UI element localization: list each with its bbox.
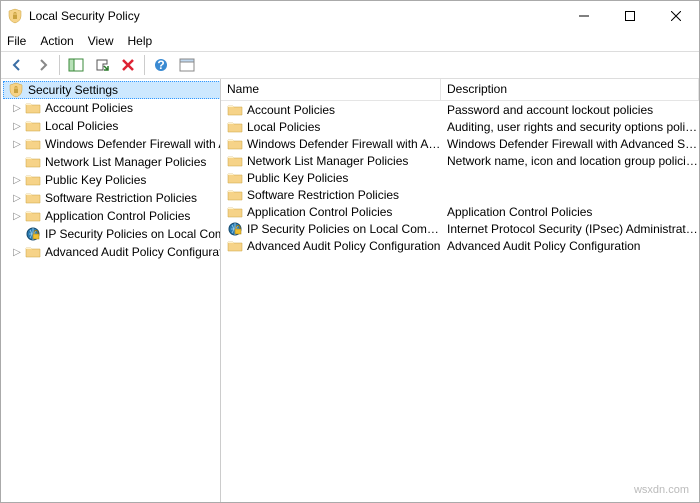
list-cell-description: Network name, icon and location group po… [441, 154, 699, 168]
list-cell-name: Windows Defender Firewall with Advanc... [247, 137, 441, 151]
folder-icon [227, 238, 243, 254]
svg-text:?: ? [157, 58, 164, 72]
list-cell-name: Advanced Audit Policy Configuration [247, 239, 441, 253]
folder-icon [25, 100, 41, 116]
show-hide-tree-button[interactable] [64, 53, 88, 77]
tree-item-label: Advanced Audit Policy Configuration [45, 245, 221, 259]
tree-item-label: Application Control Policies [45, 209, 190, 223]
expand-icon[interactable]: ▷ [11, 175, 23, 186]
expand-icon[interactable]: ▷ [11, 193, 23, 204]
folder-icon [227, 136, 243, 152]
delete-button[interactable] [116, 53, 140, 77]
forward-button[interactable] [31, 53, 55, 77]
list-row[interactable]: Account PoliciesPassword and account loc… [221, 101, 699, 118]
list-row[interactable]: Software Restriction Policies [221, 186, 699, 203]
menu-action[interactable]: Action [40, 34, 73, 48]
ipsec-icon [25, 226, 41, 242]
list-row[interactable]: IP Security Policies on Local ComputerIn… [221, 220, 699, 237]
tree-item[interactable]: Network List Manager Policies [1, 153, 221, 171]
ipsec-icon [227, 221, 243, 237]
menu-file[interactable]: File [7, 34, 26, 48]
menu-help[interactable]: Help [128, 34, 153, 48]
minimize-button[interactable] [561, 1, 607, 31]
list-header: Name Description [221, 79, 699, 101]
window-title: Local Security Policy [29, 9, 561, 23]
toolbar: ? [1, 51, 699, 79]
expand-icon[interactable]: ▷ [11, 121, 23, 132]
folder-icon [25, 190, 41, 206]
folder-icon [227, 170, 243, 186]
tree-item-label: IP Security Policies on Local Compute [45, 227, 221, 241]
folder-icon [227, 204, 243, 220]
list-row[interactable]: Application Control PoliciesApplication … [221, 203, 699, 220]
tree-item[interactable]: ▷ Public Key Policies [1, 171, 221, 189]
list-cell-name: Account Policies [247, 103, 441, 117]
tree-item-label: Network List Manager Policies [45, 155, 206, 169]
list-cell-description: Password and account lockout policies [441, 103, 699, 117]
folder-icon [227, 187, 243, 203]
tree-item-label: Windows Defender Firewall with Adva [45, 137, 221, 151]
folder-icon [227, 153, 243, 169]
tree-item[interactable]: ▷ Windows Defender Firewall with Adva [1, 135, 221, 153]
list-row[interactable]: Network List Manager PoliciesNetwork nam… [221, 152, 699, 169]
folder-icon [227, 119, 243, 135]
expand-icon[interactable]: ▷ [11, 211, 23, 222]
column-header-description[interactable]: Description [441, 79, 699, 100]
list-cell-description: Internet Protocol Security (IPsec) Admin… [441, 222, 699, 236]
separator [144, 55, 145, 75]
menu-view[interactable]: View [88, 34, 114, 48]
list-cell-name: Application Control Policies [247, 205, 441, 219]
help-button[interactable]: ? [149, 53, 173, 77]
folder-icon [25, 154, 41, 170]
separator [59, 55, 60, 75]
list-cell-name: Public Key Policies [247, 171, 441, 185]
tree-item[interactable]: ▷ Account Policies [1, 99, 221, 117]
properties-button[interactable] [175, 53, 199, 77]
back-button[interactable] [5, 53, 29, 77]
folder-icon [25, 118, 41, 134]
list-cell-description: Advanced Audit Policy Configuration [441, 239, 699, 253]
tree-root[interactable]: Security Settings [3, 81, 221, 99]
list-cell-name: Local Policies [247, 120, 441, 134]
list-cell-description: Auditing, user rights and security optio… [441, 120, 699, 134]
folder-icon [25, 244, 41, 260]
title-bar: Local Security Policy [1, 1, 699, 31]
tree-item[interactable]: ▷ Advanced Audit Policy Configuration [1, 243, 221, 261]
column-header-name[interactable]: Name [221, 79, 441, 100]
tree-item[interactable]: ▷ Software Restriction Policies [1, 189, 221, 207]
tree-item[interactable]: IP Security Policies on Local Compute [1, 225, 221, 243]
list-pane[interactable]: Name Description Account PoliciesPasswor… [221, 79, 699, 502]
list-cell-name: IP Security Policies on Local Computer [247, 222, 441, 236]
list-cell-description: Windows Defender Firewall with Advanced … [441, 137, 699, 151]
maximize-button[interactable] [607, 1, 653, 31]
folder-icon [25, 208, 41, 224]
list-cell-name: Software Restriction Policies [247, 188, 441, 202]
folder-icon [25, 136, 41, 152]
tree-pane[interactable]: Security Settings ▷ Account Policies ▷ Loca… [1, 79, 221, 502]
list-row[interactable]: Windows Defender Firewall with Advanc...… [221, 135, 699, 152]
list-cell-name: Network List Manager Policies [247, 154, 441, 168]
expand-icon[interactable]: ▷ [11, 247, 23, 258]
list-row[interactable]: Advanced Audit Policy ConfigurationAdvan… [221, 237, 699, 254]
tree-root-label: Security Settings [28, 83, 118, 97]
watermark: wsxdn.com [634, 484, 689, 496]
tree-item[interactable]: ▷ Application Control Policies [1, 207, 221, 225]
tree-item-label: Software Restriction Policies [45, 191, 197, 205]
list-row[interactable]: Local PoliciesAuditing, user rights and … [221, 118, 699, 135]
export-button[interactable] [90, 53, 114, 77]
menu-bar: File Action View Help [1, 31, 699, 51]
list-row[interactable]: Public Key Policies [221, 169, 699, 186]
app-icon [7, 8, 23, 24]
shield-icon [8, 82, 24, 98]
expand-icon[interactable]: ▷ [11, 103, 23, 114]
tree-item-label: Public Key Policies [45, 173, 146, 187]
expand-icon[interactable]: ▷ [11, 139, 23, 150]
close-button[interactable] [653, 1, 699, 31]
tree-item-label: Account Policies [45, 101, 133, 115]
tree-item[interactable]: ▷ Local Policies [1, 117, 221, 135]
folder-icon [227, 102, 243, 118]
tree-item-label: Local Policies [45, 119, 118, 133]
folder-icon [25, 172, 41, 188]
list-cell-description: Application Control Policies [441, 205, 699, 219]
